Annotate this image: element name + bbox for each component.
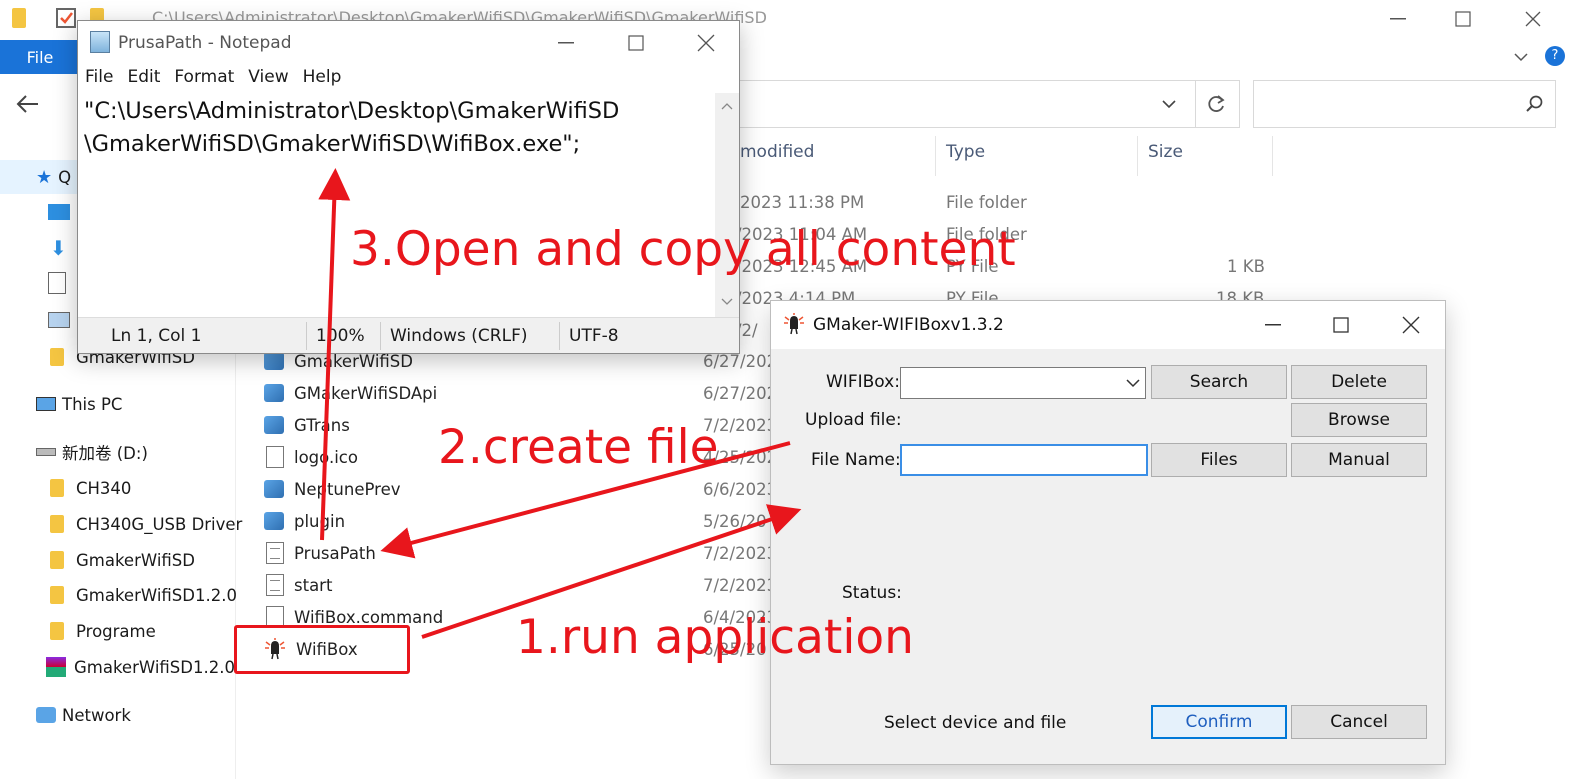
annotation-step2: 2.create file (438, 420, 719, 475)
arrow-step3 (318, 168, 351, 541)
annotation-step1: 1.run application (516, 610, 914, 665)
annotation-step3: 3.Open and copy all content (350, 222, 1016, 277)
